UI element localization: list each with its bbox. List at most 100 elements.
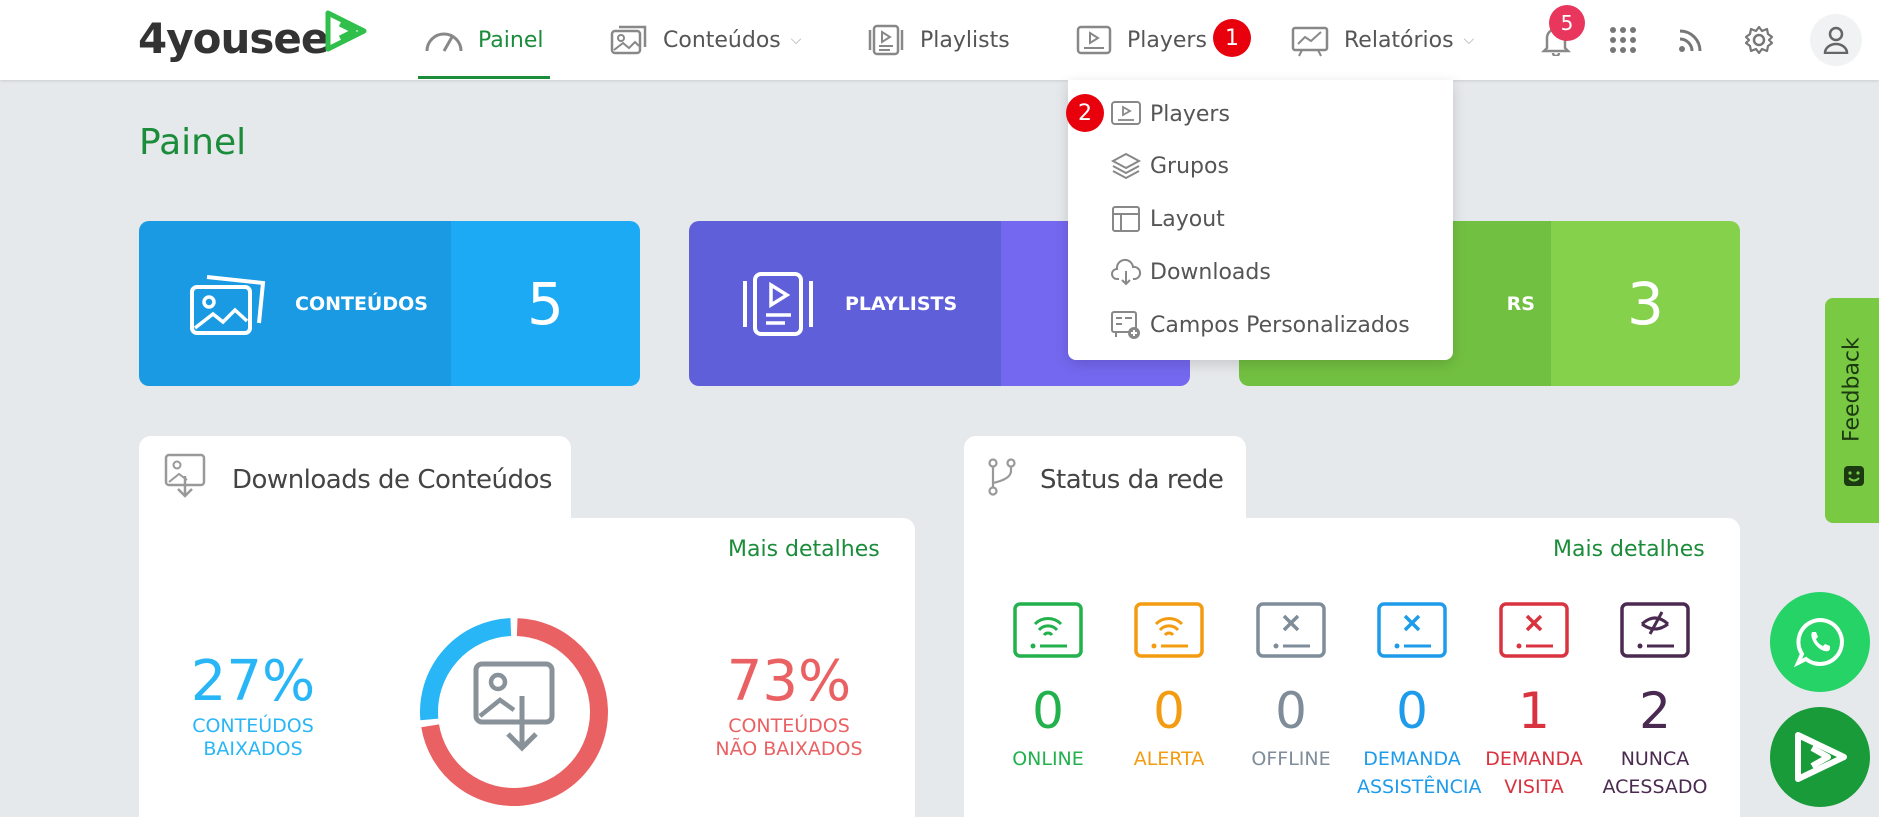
status-demanda-visita-label-line1: DEMANDA: [1485, 748, 1583, 770]
cloud-download-icon: [1111, 258, 1142, 286]
top-navbar: 4yousee Painel Conteúdos ⌵ Playlists Pla…: [0, 0, 1879, 80]
eye-off-monitor-icon: [1620, 602, 1690, 658]
status-offline-count: 0: [1275, 682, 1307, 740]
nav-relatorios-label: Relatórios: [1344, 27, 1454, 53]
brand-play-icon: [325, 10, 367, 52]
brand-logo[interactable]: 4yousee: [138, 8, 367, 70]
user-menu-button[interactable]: [1810, 14, 1862, 66]
status-online-count: 0: [1032, 682, 1064, 740]
status-alerta-count: 0: [1153, 682, 1185, 740]
status-alerta[interactable]: 0 ALERTA: [1114, 602, 1224, 774]
dropdown-item-label: Downloads: [1150, 259, 1271, 285]
user-icon: [1823, 26, 1849, 54]
image-download-icon: [164, 453, 206, 498]
stat-card-value: 5: [451, 221, 640, 386]
nav-relatorios[interactable]: Relatórios ⌵: [1290, 0, 1474, 80]
notification-count-badge: 5: [1549, 5, 1585, 41]
downloads-donut-chart: [420, 618, 608, 806]
dropdown-item-label: Grupos: [1150, 153, 1229, 179]
dropdown-item-label: Layout: [1150, 206, 1225, 232]
status-nunca-acessado-label-line1: NUNCA: [1620, 748, 1690, 770]
x-monitor-icon: [1256, 602, 1326, 658]
network-more-details-link[interactable]: Mais detalhes: [1553, 537, 1705, 562]
layers-icon: [1110, 152, 1142, 180]
nav-conteudos[interactable]: Conteúdos ⌵: [609, 0, 801, 80]
wifi-monitor-icon: [1013, 602, 1083, 658]
image-download-icon: [473, 661, 555, 752]
nav-playlists-label: Playlists: [920, 27, 1010, 53]
grid-icon: [1610, 27, 1636, 53]
status-demanda-visita[interactable]: 1 DEMANDA VISITA: [1479, 602, 1589, 801]
images-icon: [190, 274, 266, 335]
gear-icon: [1744, 25, 1774, 55]
not-downloaded-label-line2: NÃO BAIXADOS: [715, 737, 863, 760]
dropdown-item-grupos[interactable]: Grupos: [1110, 146, 1229, 186]
status-demanda-visita-count: 1: [1518, 682, 1550, 740]
stat-card-conteudos[interactable]: CONTEÚDOS 5: [139, 221, 640, 386]
status-online[interactable]: 0 ONLINE: [993, 602, 1103, 774]
nav-active-indicator: [418, 76, 550, 79]
apps-button[interactable]: [1601, 18, 1645, 62]
player-icon: [1076, 25, 1112, 55]
downloads-more-details-link[interactable]: Mais detalhes: [728, 537, 880, 562]
rss-icon: [1679, 29, 1702, 52]
nav-playlists[interactable]: Playlists: [866, 0, 1010, 80]
dropdown-item-players[interactable]: Players: [1110, 94, 1230, 134]
nav-players[interactable]: Players: [1075, 0, 1207, 80]
dropdown-item-downloads[interactable]: Downloads: [1110, 252, 1271, 292]
x-monitor-icon: [1377, 602, 1447, 658]
stat-card-value: 3: [1551, 221, 1740, 386]
nav-painel-label: Painel: [478, 27, 544, 53]
status-demanda-assistencia-label-line2: ASSISTÊNCIA: [1357, 775, 1482, 798]
dropdown-item-campos-personalizados[interactable]: Campos Personalizados: [1110, 305, 1410, 345]
status-offline[interactable]: 0 OFFLINE: [1236, 602, 1346, 774]
nav-players-label: Players: [1127, 27, 1207, 53]
stat-card-label: CONTEÚDOS: [295, 292, 428, 315]
assistant-launcher-button[interactable]: [1770, 707, 1870, 807]
settings-button[interactable]: [1737, 18, 1781, 62]
status-demanda-visita-label-line2: VISITA: [1504, 775, 1564, 798]
status-online-label: ONLINE: [1012, 748, 1084, 770]
images-icon: [610, 25, 647, 55]
whatsapp-icon: [1793, 617, 1844, 668]
downloaded-stat: 27% CONTEÚDOS BAIXADOS: [172, 648, 334, 761]
status-offline-label: OFFLINE: [1251, 748, 1331, 770]
chevron-down-icon: ⌵: [790, 32, 802, 48]
play-logo-icon: [1795, 732, 1847, 782]
layout-icon: [1112, 206, 1140, 232]
step-annotation-2: 2: [1066, 94, 1104, 132]
not-downloaded-percent: 73%: [726, 649, 852, 714]
not-downloaded-label-line1: CONTEÚDOS: [728, 715, 850, 738]
dropdown-item-label: Campos Personalizados: [1150, 312, 1410, 338]
x-monitor-icon: [1499, 602, 1569, 658]
status-alerta-label: ALERTA: [1133, 748, 1205, 770]
stat-card-label: RS: [1506, 292, 1535, 315]
smiley-icon: [1844, 466, 1864, 486]
player-icon: [1111, 101, 1141, 125]
status-demanda-assistencia[interactable]: 0 DEMANDA ASSISTÊNCIA: [1357, 602, 1482, 801]
playlist-icon: [743, 271, 813, 336]
playlist-icon: [868, 24, 904, 56]
not-downloaded-stat: 73% CONTEÚDOS NÃO BAIXADOS: [704, 648, 874, 761]
brand-name: 4yousee: [138, 14, 329, 63]
network-panel-title: Status da rede: [1040, 465, 1224, 495]
feedback-label: Feedback: [1839, 337, 1865, 443]
status-nunca-acessado-count: 2: [1639, 682, 1671, 740]
players-dropdown-menu: Players Grupos Layout Downloads Campos P…: [1068, 80, 1453, 360]
whatsapp-button[interactable]: [1770, 592, 1870, 692]
wifi-monitor-icon: [1134, 602, 1204, 658]
status-nunca-acessado[interactable]: 2 NUNCA ACESSADO: [1600, 602, 1710, 801]
page-title: Painel: [139, 122, 247, 163]
stat-card-label: PLAYLISTS: [845, 292, 958, 315]
nav-painel[interactable]: Painel: [424, 0, 543, 80]
feed-button[interactable]: [1669, 18, 1713, 62]
network-branch-icon: [988, 458, 1016, 496]
status-demanda-assistencia-label-line1: DEMANDA: [1363, 748, 1461, 770]
step-annotation-1: 1: [1213, 19, 1251, 57]
chevron-down-icon: ⌵: [1463, 32, 1475, 48]
dropdown-item-layout[interactable]: Layout: [1110, 199, 1225, 239]
status-nunca-acessado-label-line2: ACESSADO: [1602, 775, 1708, 798]
gauge-icon: [425, 32, 463, 52]
status-demanda-assistencia-count: 0: [1396, 682, 1428, 740]
chart-board-icon: [1291, 26, 1329, 57]
